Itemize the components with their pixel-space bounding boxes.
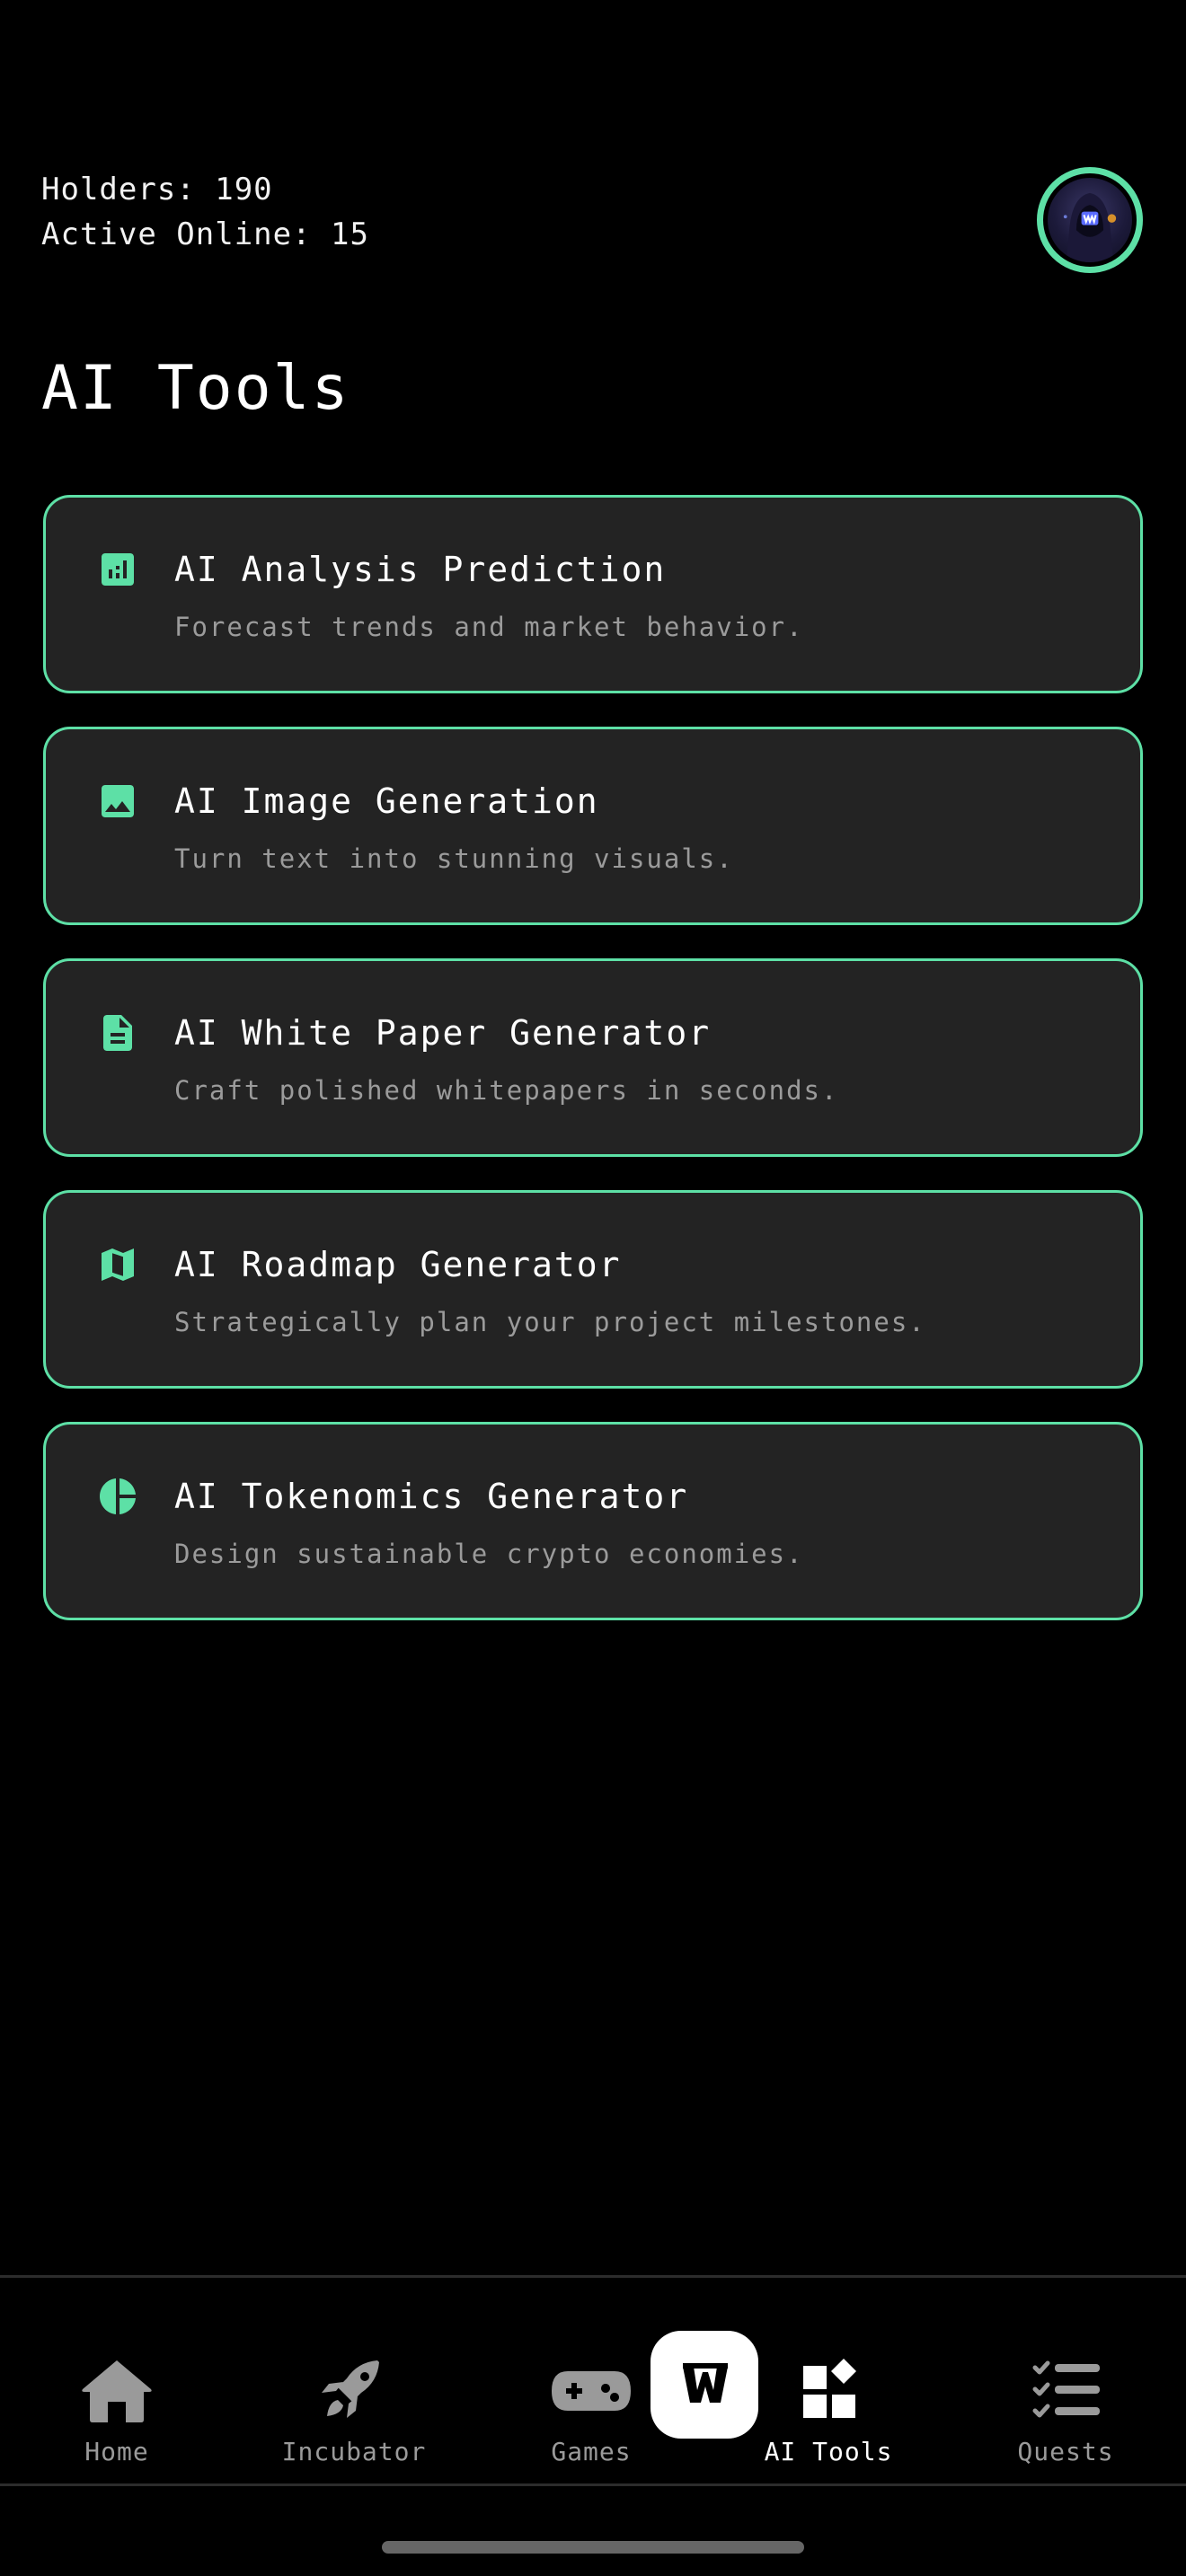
tool-description: Turn text into stunning visuals.: [174, 843, 734, 874]
tool-title: AI Tokenomics Generator: [174, 1477, 689, 1516]
nav-label: Games: [551, 2437, 632, 2466]
center-action-button[interactable]: [651, 2331, 758, 2439]
bar-chart-icon: [96, 548, 139, 591]
nav-item-ai-tools[interactable]: AI Tools: [739, 2355, 918, 2468]
tool-title: AI Roadmap Generator: [174, 1245, 622, 1284]
checklist-icon: [1022, 2355, 1109, 2427]
gamepad-icon: [548, 2355, 634, 2427]
tool-description: Craft polished whitepapers in seconds.: [174, 1075, 839, 1106]
nav-label: Quests: [1017, 2437, 1114, 2466]
tool-description: Design sustainable crypto economies.: [174, 1539, 804, 1569]
rocket-icon: [311, 2355, 397, 2427]
nav-item-quests[interactable]: Quests: [976, 2355, 1155, 2468]
home-indicator[interactable]: [382, 2541, 804, 2554]
ai-tools-list: AI Analysis Prediction Forecast trends a…: [43, 495, 1143, 1654]
tool-title: AI White Paper Generator: [174, 1013, 712, 1053]
tool-description: Strategically plan your project mileston…: [174, 1307, 926, 1337]
tool-card-ai-white-paper-generator[interactable]: AI White Paper Generator Craft polished …: [43, 958, 1143, 1157]
image-icon: [96, 780, 139, 823]
nav-label: AI Tools: [764, 2437, 893, 2466]
tool-card-ai-tokenomics-generator[interactable]: AI Tokenomics Generator Design sustainab…: [43, 1422, 1143, 1620]
nav-item-home[interactable]: Home: [27, 2355, 207, 2468]
document-icon: [96, 1011, 139, 1054]
active-online-count: Active Online: 15: [41, 216, 369, 252]
tool-title: AI Analysis Prediction: [174, 550, 667, 589]
avatar[interactable]: [1037, 167, 1143, 273]
w-logo-icon: [651, 2331, 758, 2439]
tool-card-ai-roadmap-generator[interactable]: AI Roadmap Generator Strategically plan …: [43, 1190, 1143, 1389]
nav-item-incubator[interactable]: Incubator: [264, 2355, 444, 2468]
hooded-figure-avatar-icon: [1048, 178, 1132, 262]
pie-chart-icon: [96, 1475, 139, 1518]
holder-stats: Holders: 190 Active Online: 15: [41, 167, 369, 257]
tool-description: Forecast trends and market behavior.: [174, 612, 804, 642]
map-icon: [96, 1243, 139, 1286]
nav-label: Home: [84, 2437, 149, 2466]
tool-card-ai-image-generation[interactable]: AI Image Generation Turn text into stunn…: [43, 727, 1143, 925]
nav-label: Incubator: [281, 2437, 427, 2466]
tool-card-ai-analysis-prediction[interactable]: AI Analysis Prediction Forecast trends a…: [43, 495, 1143, 693]
tool-title: AI Image Generation: [174, 781, 599, 821]
page-title: AI Tools: [41, 353, 350, 424]
holders-count: Holders: 190: [41, 172, 273, 207]
widgets-icon: [785, 2355, 872, 2427]
home-icon: [74, 2355, 160, 2427]
